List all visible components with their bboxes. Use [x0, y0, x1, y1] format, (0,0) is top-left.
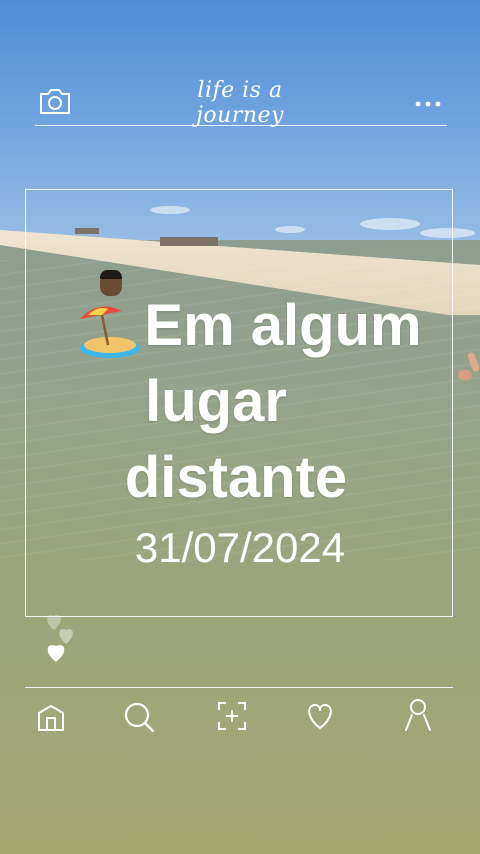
- headline-line-2: lugar: [145, 369, 287, 434]
- home-icon[interactable]: [36, 703, 66, 733]
- headline-line-3: distante: [124, 445, 348, 510]
- profile-icon[interactable]: [403, 698, 433, 732]
- headline-line-1: Em algum: [144, 293, 422, 358]
- story-headline: Em algum lugar distante: [60, 288, 430, 516]
- hearts-icon[interactable]: [38, 610, 82, 670]
- story-date: 31/07/2024: [134, 524, 346, 571]
- beach-umbrella-emoji: [78, 301, 142, 359]
- heart-icon[interactable]: [304, 701, 336, 731]
- nav-divider: [25, 687, 453, 688]
- search-icon[interactable]: [122, 700, 156, 734]
- hand: [456, 351, 480, 386]
- more-dots-icon[interactable]: [414, 96, 442, 107]
- header-divider: [35, 125, 447, 126]
- add-post-icon[interactable]: [216, 700, 248, 732]
- app-title: life is a journey: [196, 78, 284, 128]
- camera-icon[interactable]: [38, 86, 72, 116]
